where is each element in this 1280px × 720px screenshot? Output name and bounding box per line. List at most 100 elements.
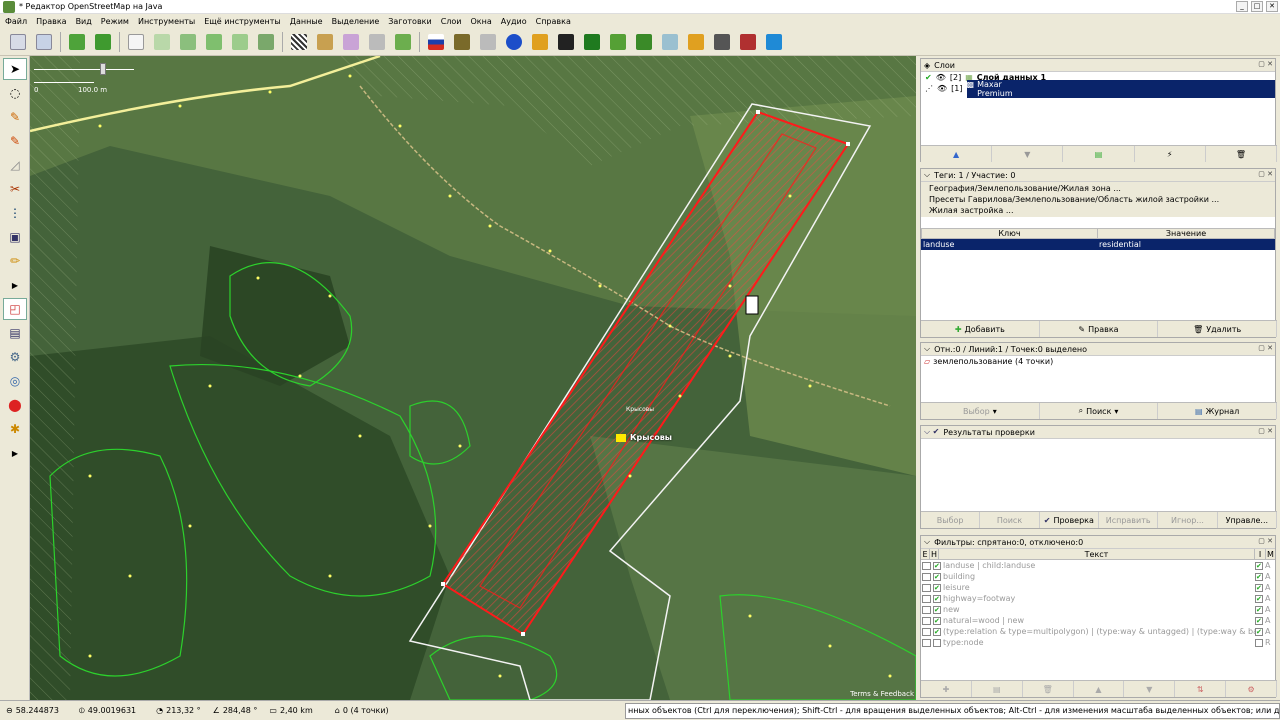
validate-button[interactable]: ✔ Проверка [1040,512,1099,528]
download-button[interactable] [65,30,89,54]
menu-edit[interactable]: Правка [36,17,66,26]
move-up-button[interactable]: ▲ [921,146,993,162]
menu-audio[interactable]: Аудио [501,17,527,26]
forest-preset-icon[interactable] [580,30,604,54]
hide-checkbox[interactable]: ✔ [933,583,941,592]
menu-data[interactable]: Данные [290,17,323,26]
menu-tools[interactable]: Инструменты [138,17,195,26]
preferences-button[interactable] [6,30,30,54]
sort-filter-button[interactable]: ⇅ [1175,681,1227,697]
meadow-preset-icon[interactable] [606,30,630,54]
relations-icon[interactable]: ◎ [3,370,27,392]
invert-checkbox[interactable]: ✔ [1255,605,1263,614]
merge-layer-button[interactable]: ▤ [1063,146,1135,162]
tag-value[interactable]: residential [1097,239,1275,250]
select-mode-icon[interactable]: ➤ [3,58,27,80]
dropdown-arrow-icon[interactable]: ▾ [993,407,997,416]
dialog-controls-icon[interactable]: ▢ ✕ [1258,344,1273,352]
dialog-controls-icon[interactable]: ▢ ✕ [1258,427,1273,435]
filter-col-i[interactable]: I [1255,549,1266,559]
hide-checkbox[interactable]: ✔ [933,605,941,614]
wall-preset-icon[interactable] [736,30,760,54]
menu-view[interactable]: Вид [76,17,92,26]
invert-checkbox[interactable]: ✔ [1255,583,1263,592]
selection-item[interactable]: ▱ землепользование (4 точки) [921,356,1275,367]
dialog-controls-icon[interactable]: ▢ ✕ [1258,170,1273,178]
dialog-controls-icon[interactable]: ▢ ✕ [1258,60,1273,68]
dialog-controls-icon[interactable]: ▢ ✕ [1258,537,1273,545]
minimize-icon[interactable]: _ [1236,1,1248,12]
search-button[interactable] [176,30,200,54]
building-tool-icon[interactable]: ▣ [3,226,27,248]
map-view[interactable]: Крысовы Крысовы 0 100.0 m Terms & Feedba… [30,56,916,700]
filter-settings-button[interactable]: ⚙ [1226,681,1278,697]
delete-layer-button[interactable]: 🗑 [1206,146,1278,162]
tag-key[interactable]: landuse [921,239,1097,250]
add-tag-button[interactable]: ✚ Добавить [921,321,1040,337]
menu-more-tools[interactable]: Ещё инструменты [204,17,281,26]
validation-search-button[interactable]: Поиск [980,512,1040,528]
duplicate-layer-button[interactable]: ⚡ [1135,146,1206,162]
preset-link[interactable]: География/Землепользование/Жилая зона ..… [929,183,1275,194]
parallel-mode-icon[interactable]: ⋮ [3,202,27,224]
filter-row[interactable]: ✔ natural=wood | new ✔ A [921,615,1275,626]
map-pin-icon[interactable]: ⬤ [3,394,27,416]
search-button[interactable]: ⌕ Поиск ▾ [1040,403,1159,419]
key-column-header[interactable]: Ключ [922,229,1098,238]
hide-checkbox[interactable]: ✔ [933,627,941,636]
wetland-preset-icon[interactable] [658,30,682,54]
menu-selection[interactable]: Выделение [332,17,380,26]
water-preset-icon[interactable] [502,30,526,54]
edit-filter-button[interactable]: ▤ [972,681,1023,697]
scissors-button[interactable] [391,30,415,54]
upload-button[interactable] [91,30,115,54]
car-preset-icon[interactable] [528,30,552,54]
zoom-fit-button[interactable] [32,30,56,54]
notes-icon[interactable]: ✱ [3,418,27,440]
preset-link[interactable]: Жилая застройка ... [929,205,1275,216]
manage-button[interactable]: Управле... [1218,512,1277,528]
relation-tool-button[interactable] [365,30,389,54]
enable-checkbox[interactable] [922,572,931,581]
dropdown-arrow-icon[interactable]: ▾ [1114,407,1118,416]
move-filter-down-button[interactable]: ▼ [1124,681,1176,697]
enable-checkbox[interactable] [922,583,931,592]
invert-checkbox[interactable]: ✔ [1255,572,1263,581]
hide-checkbox[interactable]: ✔ [933,616,941,625]
ignore-button[interactable]: Игнор... [1158,512,1218,528]
industrial-preset-icon[interactable] [450,30,474,54]
enable-checkbox[interactable] [922,561,931,570]
vehicle-preset-icon[interactable] [554,30,578,54]
maximize-icon[interactable]: □ [1251,1,1263,12]
history-button[interactable]: ▤ Журнал [1158,403,1278,419]
draw-mode-icon[interactable]: ✎ [3,106,27,128]
visibility-eye-icon[interactable]: 👁 [936,73,946,82]
menu-presets[interactable]: Заготовки [388,17,431,26]
menu-layers[interactable]: Слои [441,17,462,26]
merge-nodes-button[interactable] [228,30,252,54]
layer-row[interactable]: ⋰ 👁 [1] ▩ Maxar Premium [921,79,1275,98]
select-button[interactable]: Выбор ▾ [921,403,1040,419]
enable-checkbox[interactable] [922,627,931,636]
split-button[interactable] [202,30,226,54]
filter-col-text[interactable]: Текст [939,549,1255,559]
area-tool-button[interactable] [339,30,363,54]
satellite-map[interactable] [30,56,916,700]
combine-button[interactable] [150,30,174,54]
invert-checkbox[interactable] [1255,638,1263,647]
square-preset-icon[interactable] [762,30,786,54]
value-column-header[interactable]: Значение [1098,229,1274,238]
validation-select-button[interactable]: Выбор [921,512,981,528]
invert-checkbox[interactable]: ✔ [1255,594,1263,603]
grass-preset-icon[interactable] [632,30,656,54]
village-place-icon[interactable] [616,434,626,442]
invert-checkbox[interactable]: ✔ [1255,627,1263,636]
properties-icon[interactable]: ▤ [3,322,27,344]
selection-list-icon[interactable]: ⚙ [3,346,27,368]
filter-row[interactable]: type:node R [921,637,1275,648]
move-filter-up-button[interactable]: ▲ [1074,681,1125,697]
zoom-slider-handle[interactable] [100,63,106,75]
hide-checkbox[interactable] [933,638,941,647]
filter-row[interactable]: ✔ building ✔ A [921,571,1275,582]
close-icon[interactable]: ✕ [1266,1,1278,12]
